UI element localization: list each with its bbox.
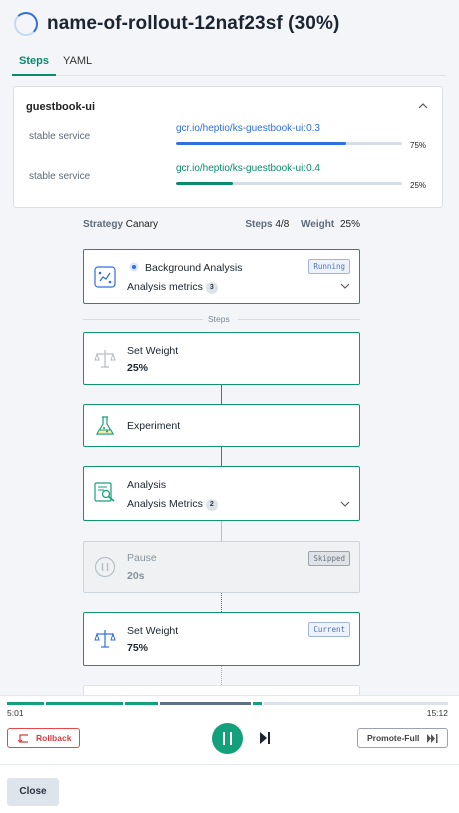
strategy-key: Strategy <box>83 219 124 230</box>
step-value: 25% <box>127 362 149 374</box>
scale-icon <box>94 630 116 648</box>
timeline-segment <box>125 702 158 705</box>
service-row: stable service gcr.io/heptio/ks-guestboo… <box>14 123 442 155</box>
promote-full-label: Promote-Full <box>367 733 420 743</box>
pause-icon <box>223 732 232 745</box>
analysis-metrics-label: Analysis metrics 3 <box>127 281 218 294</box>
traffic-percent: 75% <box>410 141 427 150</box>
traffic-bar-fill <box>176 182 233 185</box>
metrics-label-text: Analysis metrics <box>127 281 203 293</box>
traffic-percent: 25% <box>410 181 427 190</box>
analysis-metrics-label: Analysis Metrics 2 <box>127 498 218 511</box>
traffic-bar <box>176 182 402 185</box>
strategy-summary: Strategy Canary Steps 4/8 Weight 25% <box>83 219 360 233</box>
loading-spinner-icon <box>14 12 38 36</box>
fast-forward-icon <box>427 734 438 743</box>
step-pause[interactable]: Pause 20s Skipped <box>83 541 360 593</box>
weight-value: 25% <box>339 219 360 230</box>
page-title: name-of-rollout-12naf23sf (30%) <box>47 13 340 34</box>
step-title: Set Weight <box>127 345 179 357</box>
metrics-label-text: Analysis Metrics <box>127 498 203 510</box>
step-value: 75% <box>127 642 149 654</box>
timeline-start: 5:01 <box>7 708 24 718</box>
strategy-value: Canary <box>125 219 159 230</box>
step-analysis[interactable]: Analysis Analysis Metrics 2 <box>83 466 360 521</box>
status-badge: Skipped <box>308 551 350 566</box>
timeline-segment <box>46 702 123 705</box>
rollback-label: Rollback <box>36 733 72 743</box>
flask-icon <box>95 416 115 435</box>
timeline-segment <box>7 702 44 705</box>
step-title: Set Weight <box>127 625 179 637</box>
running-dot-icon <box>129 262 139 272</box>
tab-yaml[interactable]: YAML <box>56 54 99 76</box>
service-image-link[interactable]: gcr.io/heptio/ks-guestbook-ui:0.3 <box>176 123 320 134</box>
step-connector <box>221 593 222 612</box>
analysis-chart-icon <box>94 266 116 288</box>
pause-button[interactable] <box>212 723 243 754</box>
step-connector <box>221 447 222 466</box>
timeline-segment <box>160 702 251 705</box>
timeline-segment <box>253 702 262 705</box>
step-value: 20s <box>127 570 145 582</box>
step-title: Analysis <box>127 479 167 491</box>
traffic-bar <box>176 142 402 145</box>
chevron-down-icon[interactable] <box>339 498 351 510</box>
weight-key: Weight <box>301 219 335 230</box>
step-experiment[interactable]: Experiment <box>83 404 360 447</box>
rollback-button[interactable]: Rollback <box>7 728 80 748</box>
service-name: guestbook-ui <box>26 101 96 113</box>
playback-panel: 5:01 15:12 Rollback Promote-Full Close <box>0 695 459 813</box>
chevron-up-icon[interactable] <box>416 99 430 113</box>
scale-icon <box>94 350 116 368</box>
service-row: stable service gcr.io/heptio/ks-guestboo… <box>14 163 442 195</box>
skip-forward-icon[interactable] <box>258 731 272 745</box>
promote-full-button[interactable]: Promote-Full <box>357 728 448 748</box>
step-set-weight-current[interactable]: Set Weight 75% Current <box>83 612 360 666</box>
status-badge: Current <box>308 622 350 637</box>
step-title: Pause <box>127 552 157 564</box>
pause-icon <box>94 556 116 578</box>
divider-line <box>83 319 203 320</box>
service-row-label: stable service <box>29 131 91 142</box>
background-analysis-title: Background Analysis <box>145 262 243 274</box>
traffic-bar-fill <box>176 142 346 145</box>
chevron-down-icon[interactable] <box>339 280 351 292</box>
steps-key: Steps <box>245 219 273 230</box>
step-title: Experiment <box>127 420 181 432</box>
service-card: guestbook-ui stable service gcr.io/hepti… <box>13 86 443 208</box>
divider-line <box>238 319 360 320</box>
step-connector <box>221 385 222 404</box>
metrics-count: 3 <box>205 282 218 294</box>
rollback-icon <box>18 734 28 743</box>
background-analysis-card[interactable]: Background Analysis Running Analysis met… <box>83 249 360 304</box>
footer-divider <box>0 764 459 765</box>
close-button[interactable]: Close <box>7 778 59 806</box>
steps-value: 4/8 <box>275 219 290 230</box>
service-image-link[interactable]: gcr.io/heptio/ks-guestbook-ui:0.4 <box>176 163 320 174</box>
step-connector <box>221 521 222 541</box>
timeline-segment <box>264 702 448 705</box>
analysis-search-icon <box>94 482 115 502</box>
step-set-weight[interactable]: Set Weight 25% <box>83 332 360 385</box>
steps-divider-label: Steps <box>208 314 230 324</box>
timeline-end: 15:12 <box>426 708 448 718</box>
status-badge: Running <box>308 259 350 274</box>
tab-bar: Steps YAML <box>12 54 445 76</box>
step-connector <box>221 666 222 685</box>
service-row-label: stable service <box>29 171 91 182</box>
page-header: name-of-rollout-12naf23sf (30%) <box>14 10 454 38</box>
tab-steps[interactable]: Steps <box>12 54 56 76</box>
metrics-count: 2 <box>205 499 218 511</box>
